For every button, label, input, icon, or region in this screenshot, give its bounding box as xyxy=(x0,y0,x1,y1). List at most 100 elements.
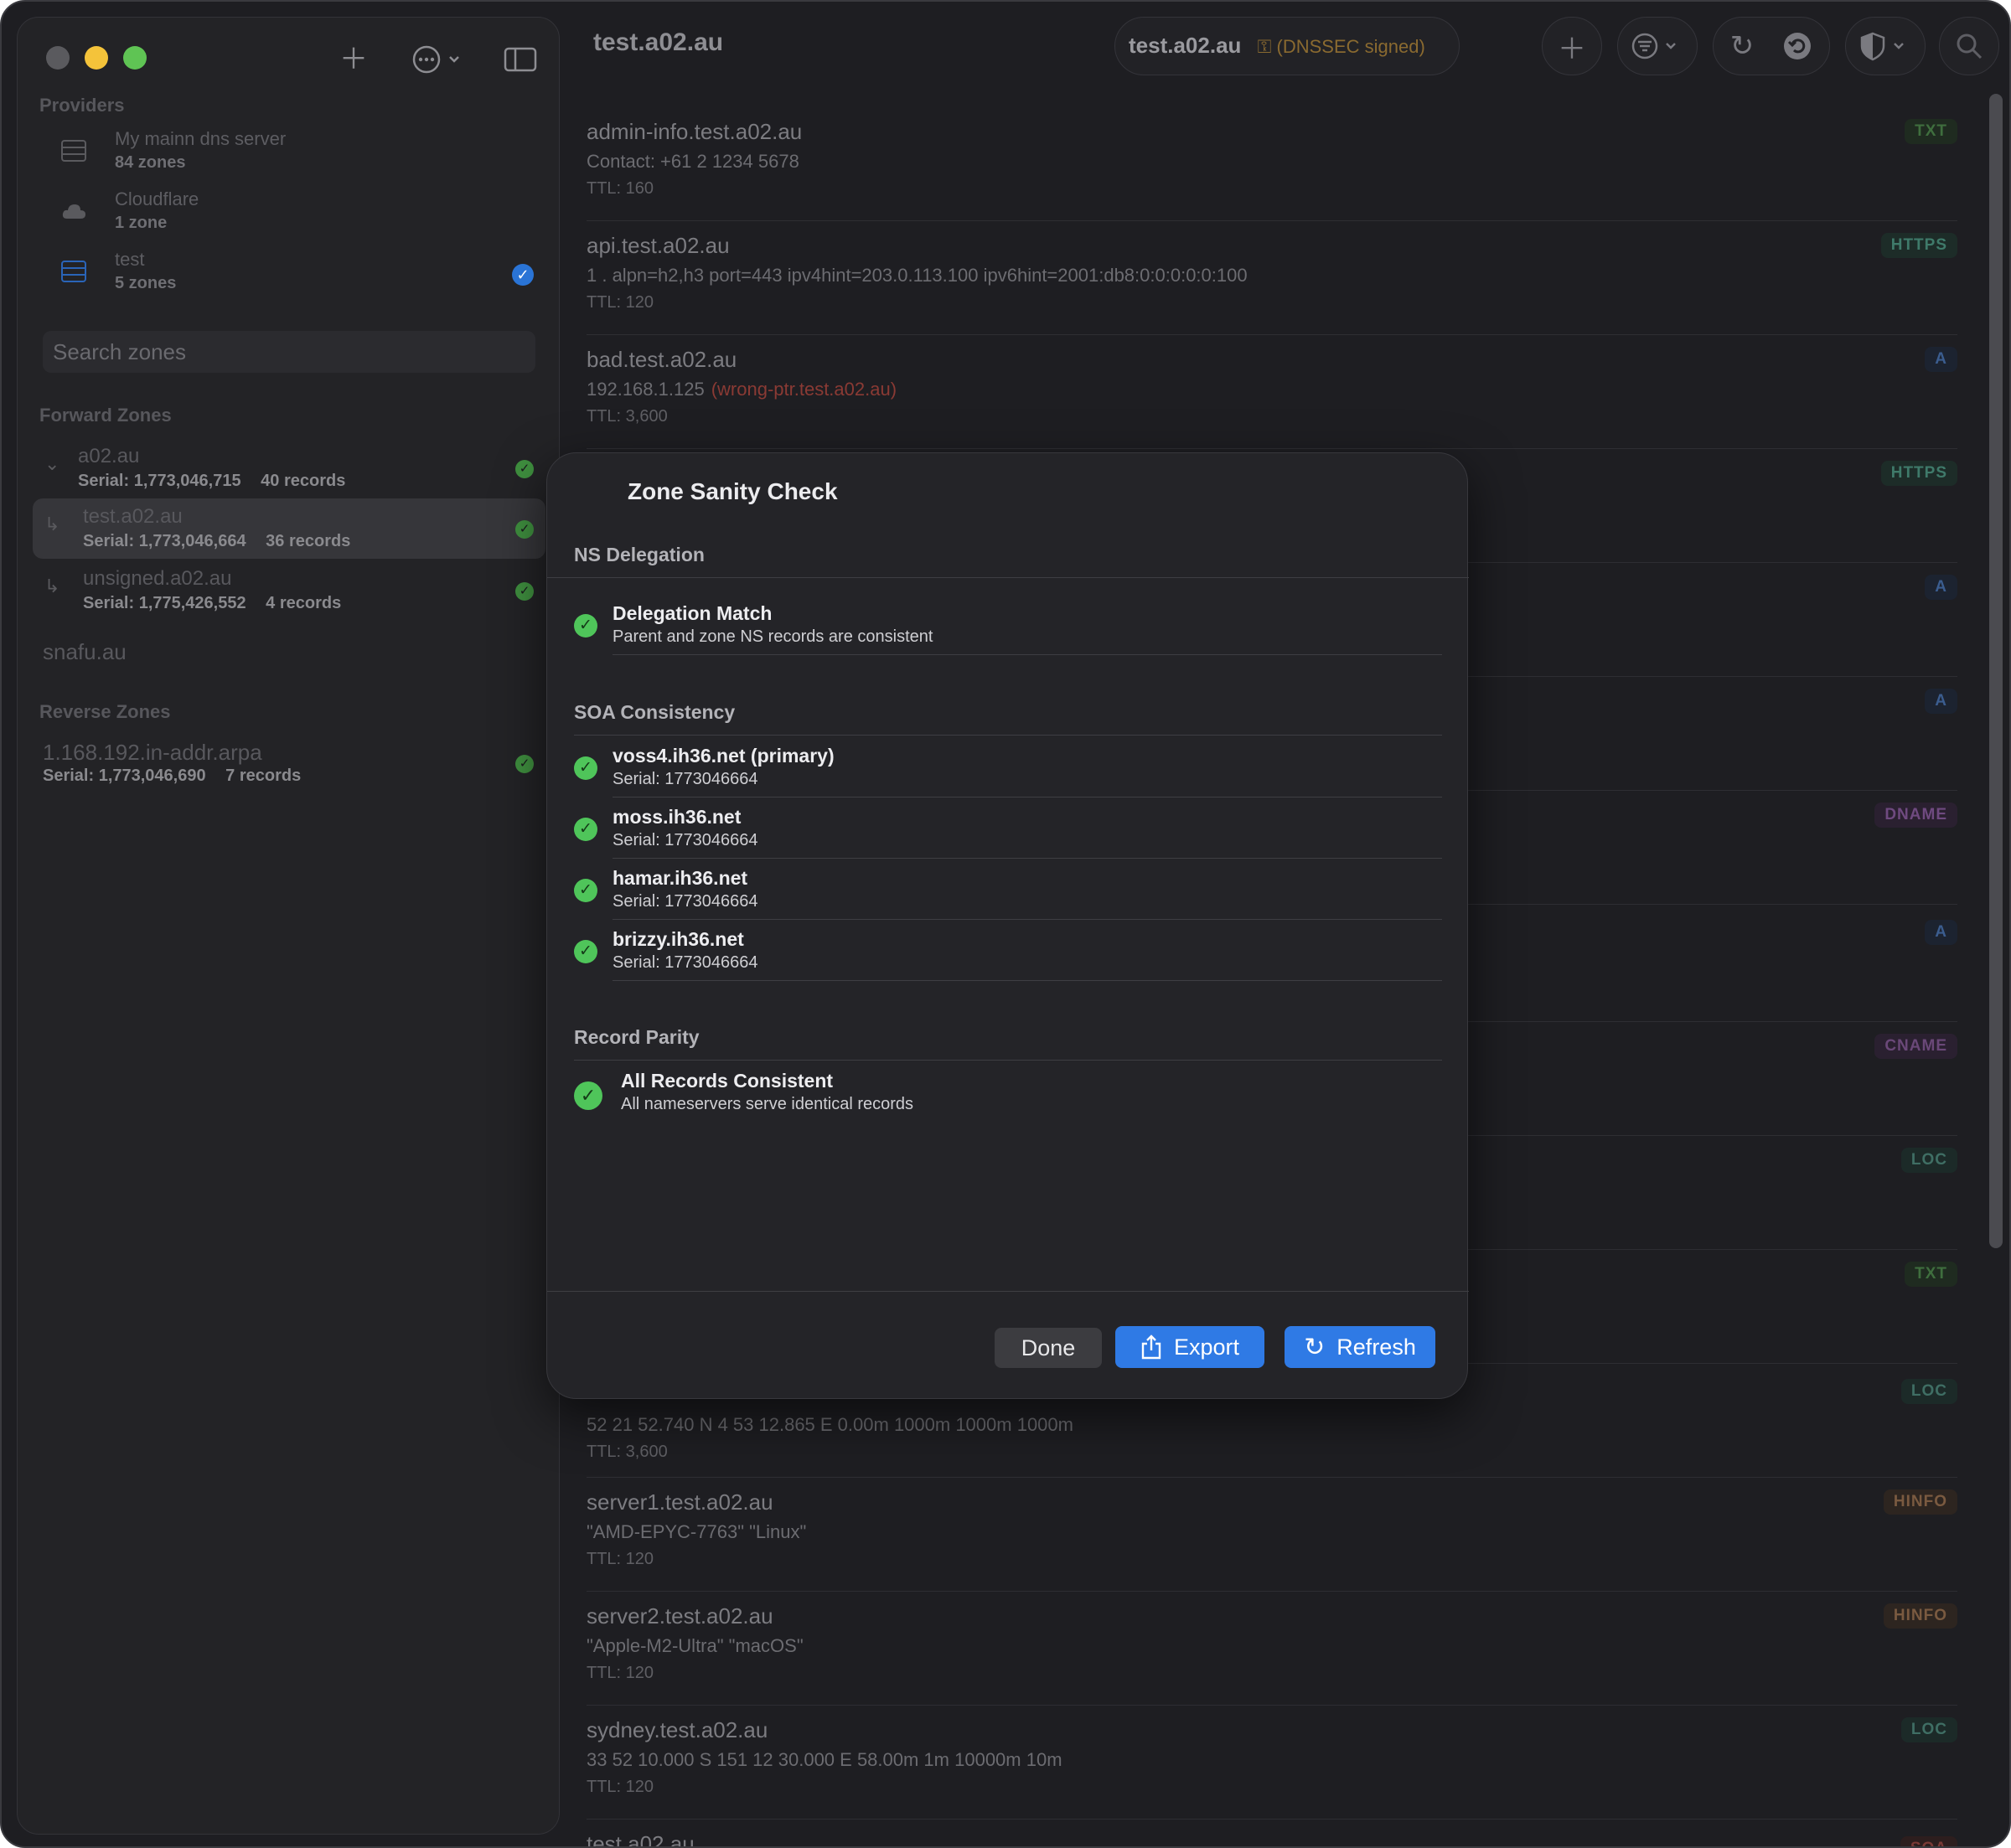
nameserver-name: brizzy.ih36.net xyxy=(613,928,744,950)
record-type-badge: LOC xyxy=(1900,1379,1957,1404)
share-icon xyxy=(1141,1334,1161,1360)
divider xyxy=(574,735,1442,736)
reload-button[interactable]: ↻ xyxy=(1724,29,1760,63)
plus-icon: ＋ xyxy=(1558,33,1586,65)
search-button[interactable] xyxy=(1939,17,1999,75)
toggle-sidebar-button[interactable] xyxy=(504,43,537,76)
sidebar-icon xyxy=(504,47,537,72)
record-row[interactable]: admin-info.test.a02.au Contact: +61 2 12… xyxy=(587,107,1957,221)
zone-snafu-au[interactable]: snafu.au xyxy=(33,632,545,671)
provider-cloudflare[interactable]: Cloudflare 1 zone xyxy=(43,188,545,242)
zone-details: Serial: 1,773,046,715 40 records xyxy=(78,472,360,491)
record-type-badge: HTTPS xyxy=(1880,233,1957,258)
nameserver-serial: Serial: 1773046664 xyxy=(613,770,758,788)
check-title: Delegation Match xyxy=(613,602,773,624)
revert-button[interactable] xyxy=(1779,29,1816,63)
dialog-title: Zone Sanity Check xyxy=(628,478,838,504)
divider xyxy=(613,858,1442,859)
zone-details: Serial: 1,773,046,664 36 records xyxy=(83,532,365,551)
checkmark-icon: ✓ xyxy=(512,264,534,286)
record-row[interactable]: sydney.test.a02.au 33 52 10.000 S 151 12… xyxy=(587,1706,1957,1820)
zone-name: test.a02.au xyxy=(83,505,183,528)
providers-heading: Providers xyxy=(39,95,125,116)
nameserver-name: voss4.ih36.net (primary) xyxy=(613,745,835,767)
divider xyxy=(613,797,1442,798)
record-row[interactable]: bad.test.a02.au 192.168.1.125 (wrong-ptr.… xyxy=(587,335,1957,449)
reverse-zones-heading: Reverse Zones xyxy=(39,701,171,722)
record-ttl: TTL: 120 xyxy=(587,1778,654,1796)
record-type-badge: HINFO xyxy=(1883,1489,1957,1515)
dnssec-menu-button[interactable] xyxy=(1845,17,1926,75)
server-icon xyxy=(61,140,86,162)
close-window-button[interactable] xyxy=(46,46,70,70)
record-type-badge: A xyxy=(1925,689,1957,714)
divider xyxy=(613,654,1442,655)
record-value: 1 . alpn=h2,h3 port=443 ipv4hint=203.0.1… xyxy=(587,265,1248,286)
zone-sanity-check-dialog: Zone Sanity Check NS Delegation ✓ Delega… xyxy=(546,452,1469,1399)
search-zones-input[interactable]: Search zones xyxy=(43,331,535,373)
add-provider-button[interactable]: ＋ xyxy=(339,43,368,76)
nameserver-serial: Serial: 1773046664 xyxy=(613,831,758,849)
record-row[interactable]: test.a02.au SOA xyxy=(587,1820,1957,1848)
record-ttl: TTL: 3,600 xyxy=(587,407,668,426)
cloud-icon xyxy=(62,204,85,219)
zone-test-a02-au[interactable]: ↳ test.a02.au Serial: 1,773,046,664 36 r… xyxy=(33,498,545,559)
record-row[interactable]: api.test.a02.au 1 . alpn=h2,h3 port=443 … xyxy=(587,221,1957,335)
divider xyxy=(547,1291,1469,1292)
refresh-label: Refresh xyxy=(1336,1334,1416,1360)
divider xyxy=(613,980,1442,981)
ptr-mismatch-warning: (wrong-ptr.test.a02.au) xyxy=(711,379,897,400)
zone-record-count: 36 records xyxy=(266,532,351,550)
record-ttl: TTL: 120 xyxy=(587,1664,654,1682)
record-type-badge: HINFO xyxy=(1883,1603,1957,1629)
divider xyxy=(574,1060,1442,1061)
provider-my-mainn-dns-server[interactable]: My mainn dns server 84 zones xyxy=(43,128,545,182)
sub-zone-arrow-icon: ↳ xyxy=(44,514,60,534)
record-ttl: TTL: 160 xyxy=(587,179,654,198)
record-name: test.a02.au xyxy=(587,1831,695,1848)
more-menu-button[interactable] xyxy=(411,43,470,76)
record-name: server1.test.a02.au xyxy=(587,1489,773,1515)
provider-zone-count: 1 zone xyxy=(115,214,168,232)
nameserver-serial: Serial: 1773046664 xyxy=(613,892,758,911)
zone-reverse-1-168-192[interactable]: 1.168.192.in-addr.arpa Serial: 1,773,046… xyxy=(33,733,545,793)
refresh-button[interactable]: ↻ Refresh xyxy=(1285,1326,1435,1368)
record-type-badge: LOC xyxy=(1900,1717,1957,1742)
record-name: admin-info.test.a02.au xyxy=(587,119,803,144)
record-type-badge: DNAME xyxy=(1874,803,1957,828)
record-row[interactable]: server1.test.a02.au "AMD-EPYC-7763" "Lin… xyxy=(587,1478,1957,1592)
plus-icon: ＋ xyxy=(339,44,368,75)
record-type-badge: A xyxy=(1925,575,1957,600)
checkmark-circle-icon: ✓ xyxy=(574,879,597,902)
provider-test[interactable]: test 5 zones ✓ xyxy=(43,249,545,302)
zone-record-count: 7 records xyxy=(225,767,302,785)
chevron-down-icon[interactable]: ⌄ xyxy=(44,453,59,475)
done-button[interactable]: Done xyxy=(995,1328,1102,1368)
window-title: test.a02.au xyxy=(593,28,724,56)
status-ok-icon: ✓ xyxy=(515,460,534,478)
filter-menu-button[interactable] xyxy=(1617,17,1698,75)
zone-name: 1.168.192.in-addr.arpa xyxy=(43,740,262,765)
status-ok-icon: ✓ xyxy=(515,520,534,539)
record-ttl: TTL: 3,600 xyxy=(587,1443,668,1461)
zone-serial: Serial: 1,773,046,690 xyxy=(43,767,206,785)
record-parity-row: ✓ All Records Consistent All nameservers… xyxy=(574,1070,1442,1130)
maximize-window-button[interactable] xyxy=(123,46,147,70)
zone-a02-au[interactable]: ⌄ a02.au Serial: 1,773,046,715 40 record… xyxy=(33,438,545,498)
add-record-button[interactable]: ＋ xyxy=(1542,17,1602,75)
zone-name: a02.au xyxy=(78,445,140,467)
record-row[interactable]: server2.test.a02.au "Apple-M2-Ultra" "ma… xyxy=(587,1592,1957,1706)
records-scrollbar[interactable] xyxy=(1989,94,2003,1248)
checkmark-circle-icon: ✓ xyxy=(574,818,597,841)
export-button[interactable]: Export xyxy=(1115,1326,1264,1368)
record-type-badge: LOC xyxy=(1900,1148,1957,1173)
divider xyxy=(613,919,1442,920)
zone-status-pill: test.a02.au ⚿ (DNSSEC signed) xyxy=(1114,17,1460,75)
minimize-window-button[interactable] xyxy=(85,46,108,70)
check-detail: Parent and zone NS records are consisten… xyxy=(613,627,933,646)
zone-unsigned-a02-au[interactable]: ↳ unsigned.a02.au Serial: 1,775,426,552 … xyxy=(33,560,545,621)
status-ok-icon: ✓ xyxy=(515,582,534,601)
reload-icon: ↻ xyxy=(1729,30,1755,62)
record-type-badge: CNAME xyxy=(1874,1034,1957,1059)
sidebar: ＋ Providers My mainn dns server 84 zones xyxy=(17,17,560,1835)
